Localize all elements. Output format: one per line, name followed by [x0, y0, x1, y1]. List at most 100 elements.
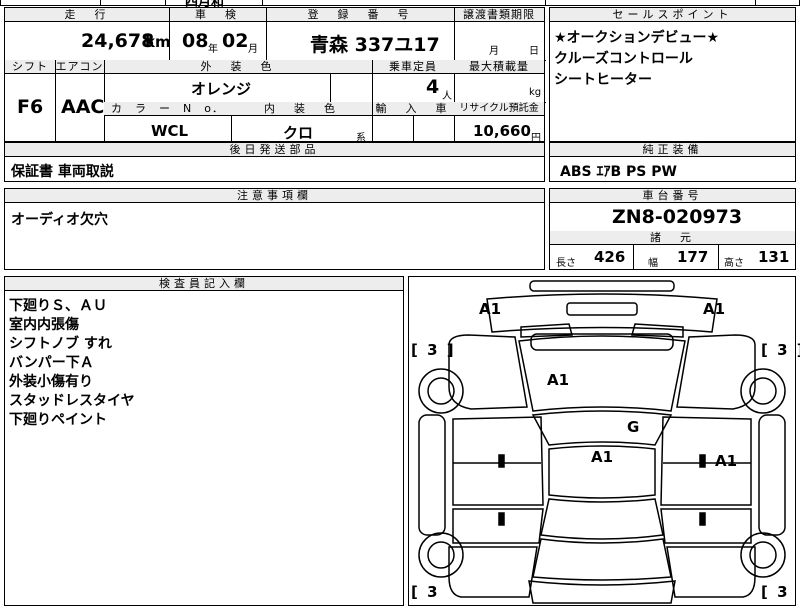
tire-mark-rear-left: [ 3: [411, 583, 440, 601]
color-no-header: カ ラ ー N o．: [104, 102, 231, 116]
inspector-item: 下廻りペイント: [9, 412, 107, 428]
door-handle: [498, 454, 505, 468]
right-front-door: [660, 416, 752, 506]
inspection-header: 車 検: [169, 8, 266, 22]
tire-front-right-rim: [749, 377, 777, 405]
front-bumper: [529, 280, 675, 292]
inspector-item: 室内内張傷: [9, 317, 79, 333]
tire-front-left-rim: [427, 377, 455, 405]
transfer-day-unit: 日: [529, 46, 539, 57]
height-value: 131: [758, 248, 790, 266]
chassis-header: 車台番号: [550, 189, 795, 203]
length-label: 長さ: [556, 258, 576, 269]
interior-color-value: クロ: [283, 124, 314, 142]
notes-header: 注意事項欄: [5, 189, 544, 203]
genuine-equipment-header: 純正装備: [550, 143, 795, 157]
tire-rear-left: [418, 532, 464, 578]
later-parts-panel: 後日発送部品 保証書 車両取説: [4, 142, 545, 182]
inspector-item: 下廻りＳ、ＡＵ: [9, 298, 107, 314]
registration-header: 登 録 番 号: [266, 8, 454, 22]
car-diagram: [418, 280, 786, 604]
sales-point-header: セールスポイント: [550, 8, 795, 22]
tire-front-left: [418, 368, 464, 414]
inspector-header: 検査員記入欄: [5, 277, 403, 291]
right-front-fender: [676, 334, 756, 410]
recycle-fee-value: 10,660: [473, 122, 531, 140]
door-handle: [699, 512, 706, 526]
notes-panel: 注意事項欄 オーディオ欠穴: [4, 188, 545, 270]
left-front-door: [452, 416, 544, 506]
max-load-unit: kg: [529, 87, 542, 98]
exterior-color-value: オレンジ: [191, 80, 252, 98]
mark-front-left: A1: [479, 300, 502, 318]
inspector-item: 外装小傷有り: [9, 374, 93, 390]
width-value: 177: [677, 248, 709, 266]
later-parts-text: 保証書 車両取説: [11, 164, 114, 180]
max-load-header: 最大積載量: [454, 60, 544, 74]
front-grille: [566, 302, 638, 316]
car-diagram-panel: A1 A1 A1 G A1 A1 [ 3 ] [ 3 ] [ 3 [ 3: [408, 276, 800, 606]
genuine-equipment-panel: 純正装備 ABS ｴｱB PS PW: [549, 142, 796, 182]
mark-hood: A1: [547, 371, 570, 389]
color-no-value: WCL: [151, 122, 189, 140]
tire-rear-right-rim: [749, 541, 777, 569]
sales-point-item: シートヒーター: [554, 72, 652, 88]
door-handle: [498, 512, 505, 526]
notes-text: オーディオ欠穴: [11, 212, 109, 228]
headlight-left: [520, 323, 573, 338]
inspector-item: バンパー下Ａ: [9, 355, 94, 371]
shift-value: F6: [17, 96, 44, 118]
inspector-panel: 検査員記入欄 下廻りＳ、ＡＵ 室内内張傷 シフトノブ すれ バンパー下Ａ 外装小…: [4, 276, 404, 606]
mark-front-right: A1: [703, 300, 726, 318]
height-label: 高さ: [724, 258, 744, 269]
inspection-year: 08: [182, 30, 209, 52]
interior-color-header: 内 装 色: [231, 102, 372, 116]
left-rear-door: [452, 508, 544, 544]
mileage-unit: km: [145, 33, 171, 51]
capacity-header: 乗車定員: [372, 60, 454, 74]
tire-mark-rear-right: [ 3: [761, 583, 790, 601]
tire-mark-front-left: [ 3 ]: [411, 341, 456, 359]
aircon-header: エアコン: [55, 60, 104, 74]
door-handle: [699, 454, 706, 468]
inspector-item: シフトノブ すれ: [9, 336, 112, 352]
headlight-right: [631, 323, 684, 338]
mark-windshield: G: [627, 418, 640, 436]
mileage-header: 走 行: [5, 8, 169, 22]
transfer-deadline-header: 譲渡書類期限: [454, 8, 544, 22]
tire-front-right: [740, 368, 786, 414]
trunk: [532, 538, 672, 581]
genuine-equipment-text: ABS ｴｱB PS PW: [560, 164, 677, 180]
sales-point-item: ★オークションデビュー★: [554, 30, 720, 46]
specs-header: 諸 元: [550, 231, 795, 245]
capacity-value: 4: [426, 76, 440, 98]
left-rear-fender: [448, 546, 538, 598]
tire-rear-left-rim: [427, 541, 455, 569]
top-strip: [0, 0, 800, 6]
mark-roof: A1: [591, 448, 614, 466]
right-rear-fender: [666, 546, 756, 598]
recycle-fee-header: リサイクル預託金: [454, 102, 544, 116]
inspection-month: 02: [222, 30, 249, 52]
windshield: [531, 410, 673, 446]
chassis-panel: 車台番号 ZN8-020973 諸 元 長さ 426 幅 177 高さ 131: [549, 188, 796, 270]
right-rear-door: [660, 508, 752, 544]
tire-rear-right: [740, 532, 786, 578]
registration-number: 青森 337ユ17: [310, 34, 440, 56]
inspection-year-unit: 年: [208, 44, 218, 55]
rear-window: [540, 498, 664, 540]
length-value: 426: [594, 248, 626, 266]
left-front-fender: [448, 334, 528, 410]
aircon-value: AAC: [61, 96, 105, 118]
inspector-item: スタッドレスタイヤ: [9, 393, 135, 409]
inspection-month-unit: 月: [248, 44, 258, 55]
right-rocker: [758, 414, 786, 536]
tire-mark-front-right: [ 3 ]: [761, 341, 800, 359]
width-label: 幅: [648, 258, 658, 269]
import-header: 輸 入 車: [372, 102, 454, 116]
mark-right-door: A1: [715, 452, 738, 470]
shift-header: シフト: [5, 60, 55, 74]
later-parts-header: 後日発送部品: [5, 143, 544, 157]
exterior-color-header: 外 装 色: [104, 60, 372, 74]
vehicle-info-table: 走 行 車 検 登 録 番 号 譲渡書類期限 24,678 km 08 年 02…: [4, 7, 546, 144]
